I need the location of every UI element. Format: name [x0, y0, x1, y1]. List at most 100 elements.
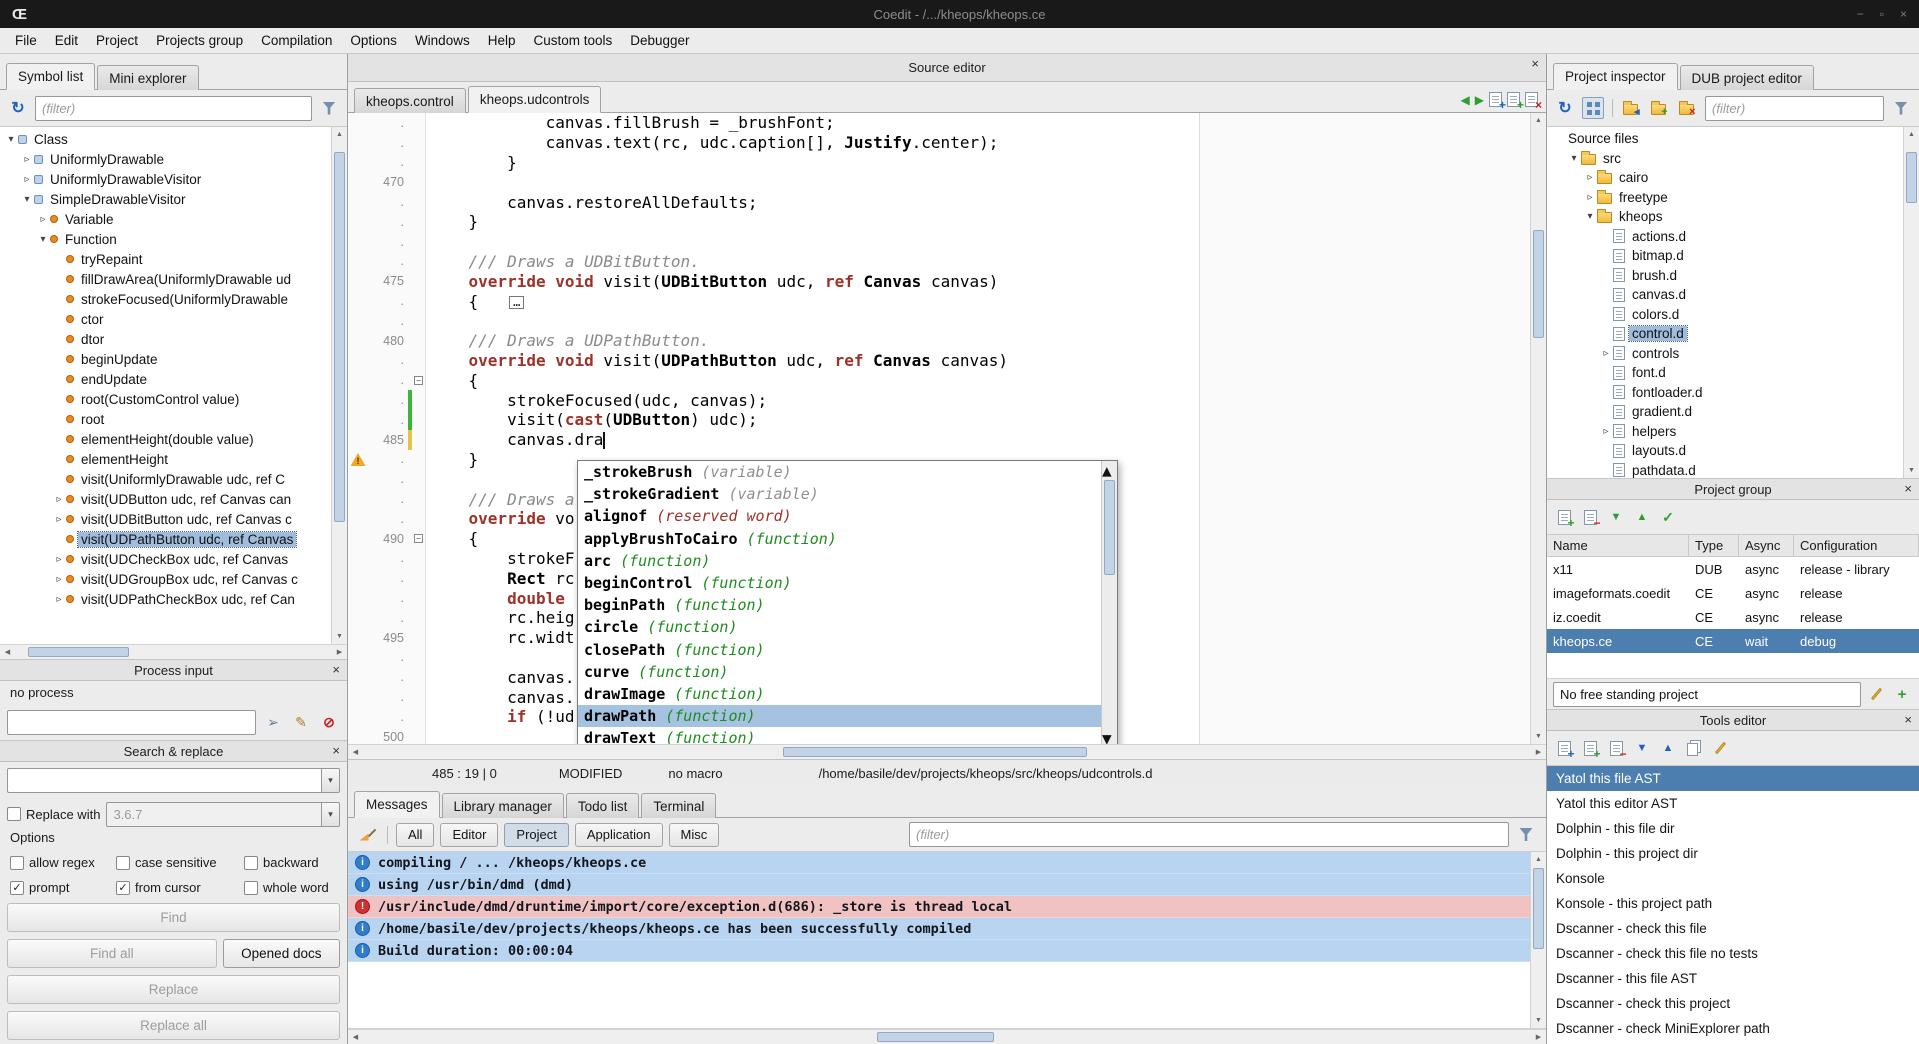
- view-categories-icon[interactable]: [1582, 97, 1604, 119]
- tree-expander-icon[interactable]: ▹: [1583, 192, 1597, 203]
- scroll-left-icon[interactable]: ◀: [0, 645, 15, 660]
- move-up-icon[interactable]: ▲: [1631, 506, 1653, 528]
- scroll-right-icon[interactable]: ▶: [1531, 1030, 1546, 1044]
- tool-item[interactable]: Dscanner - check this file no tests: [1547, 941, 1919, 966]
- edit-input-icon[interactable]: ✎: [290, 711, 312, 733]
- maximize-button[interactable]: ▫: [1880, 7, 1884, 21]
- tool-item[interactable]: Yatol this editor AST: [1547, 791, 1919, 816]
- completion-scrollbar[interactable]: ▲ ▼: [1101, 461, 1117, 744]
- column-header-async[interactable]: Async: [1739, 535, 1794, 556]
- tree-item[interactable]: actions.d: [1547, 227, 1903, 247]
- find-button[interactable]: Find: [7, 903, 340, 932]
- tree-expander-icon[interactable]: ▹: [52, 514, 66, 525]
- tree-item[interactable]: tryRepaint: [0, 249, 331, 269]
- code-editor[interactable]: . canvas.fillBrush = _brushFont;. canvas…: [348, 113, 1530, 744]
- tree-expander-icon[interactable]: ▹: [1583, 172, 1597, 183]
- completion-item[interactable]: drawText(function): [578, 727, 1101, 744]
- scroll-left-icon[interactable]: ◀: [348, 1030, 363, 1044]
- add-project-icon[interactable]: [1553, 506, 1575, 528]
- tab-todo-list[interactable]: Todo list: [566, 793, 640, 818]
- tool-item[interactable]: Dolphin - this project dir: [1547, 841, 1919, 866]
- move-tool-up-icon[interactable]: ▲: [1657, 737, 1679, 759]
- symbol-tree-vscrollbar[interactable]: ▲ ▼: [331, 127, 347, 644]
- remove-project-icon[interactable]: [1579, 506, 1601, 528]
- code-line[interactable]: 480 /// Draws a UDPathButton.: [348, 331, 1530, 351]
- tool-item[interactable]: Dolphin - this file dir: [1547, 816, 1919, 841]
- tree-item[interactable]: elementHeight: [0, 449, 331, 469]
- checkbox-backward[interactable]: backward: [244, 855, 347, 870]
- project-row[interactable]: x11DUBasyncrelease - library: [1547, 557, 1919, 581]
- filter-icon[interactable]: [1515, 824, 1537, 846]
- scrollbar-thumb[interactable]: [28, 647, 129, 657]
- next-document-icon[interactable]: ▶: [1475, 93, 1484, 107]
- column-header-type[interactable]: Type: [1689, 535, 1739, 556]
- completion-item[interactable]: _strokeBrush(variable): [578, 461, 1101, 483]
- replace-button[interactable]: Replace: [7, 975, 340, 1004]
- scroll-down-icon[interactable]: ▼: [1904, 463, 1919, 478]
- message-row[interactable]: icompiling / ... /kheops/kheops.ce: [348, 852, 1530, 874]
- menu-project[interactable]: Project: [87, 30, 147, 51]
- tree-item[interactable]: visit(UniformlyDrawable udc, ref C: [0, 469, 331, 489]
- tree-item[interactable]: canvas.d: [1547, 285, 1903, 305]
- tree-item[interactable]: root: [0, 409, 331, 429]
- symbol-filter-input[interactable]: [35, 96, 312, 121]
- tool-item[interactable]: Dscanner - check this file: [1547, 916, 1919, 941]
- code-line[interactable]: 485 canvas.dra: [348, 430, 1530, 450]
- code-line[interactable]: . }: [348, 212, 1530, 232]
- tree-expander-icon[interactable]: ▹: [52, 594, 66, 605]
- tree-expander-icon[interactable]: ▾: [1583, 211, 1597, 222]
- refresh-icon[interactable]: ↻: [1554, 97, 1576, 119]
- close-icon[interactable]: ×: [1904, 481, 1912, 496]
- close-icon[interactable]: ×: [332, 743, 340, 758]
- completion-item[interactable]: alignof(reserved word): [578, 505, 1101, 527]
- close-document-icon[interactable]: [1525, 92, 1538, 107]
- scroll-up-icon[interactable]: ▲: [332, 127, 347, 142]
- remove-folder-icon[interactable]: ×: [1677, 97, 1699, 119]
- folded-block-icon[interactable]: …: [509, 296, 524, 309]
- remove-tool-icon[interactable]: [1605, 737, 1627, 759]
- tree-expander-icon[interactable]: ▹: [1599, 348, 1613, 359]
- send-input-icon[interactable]: ➢: [262, 711, 284, 733]
- previous-document-icon[interactable]: ◀: [1461, 93, 1470, 107]
- tab-kheops-udcontrols[interactable]: kheops.udcontrols: [468, 86, 602, 113]
- tree-item[interactable]: elementHeight(double value): [0, 429, 331, 449]
- tree-item[interactable]: gradient.d: [1547, 402, 1903, 422]
- new-document-icon[interactable]: [1489, 92, 1502, 107]
- new-free-project-icon[interactable]: +: [1891, 683, 1913, 705]
- filter-misc-button[interactable]: Misc: [669, 823, 720, 847]
- scrollbar-thumb[interactable]: [1533, 868, 1544, 948]
- menu-file[interactable]: File: [6, 30, 46, 51]
- tree-item[interactable]: font.d: [1547, 363, 1903, 383]
- completion-item[interactable]: curve(function): [578, 661, 1101, 683]
- menu-custom-tools[interactable]: Custom tools: [524, 30, 621, 51]
- code-line[interactable]: 470: [348, 172, 1530, 192]
- clone-tool-icon[interactable]: [1683, 737, 1705, 759]
- code-line[interactable]: . /// Draws a UDBitButton.: [348, 252, 1530, 272]
- refresh-icon[interactable]: ↻: [7, 97, 29, 119]
- code-line[interactable]: . { …: [348, 291, 1530, 311]
- tree-expander-icon[interactable]: ▹: [52, 554, 66, 565]
- scroll-right-icon[interactable]: ▶: [1531, 745, 1546, 760]
- source-tree-vscrollbar[interactable]: ▲ ▼: [1903, 127, 1919, 478]
- tree-expander-icon[interactable]: ▾: [4, 134, 18, 145]
- move-down-icon[interactable]: ▼: [1605, 506, 1627, 528]
- tool-item[interactable]: Dscanner - check MiniExplorer path: [1547, 1016, 1919, 1041]
- tree-item[interactable]: pathdata.d: [1547, 461, 1903, 479]
- completion-item[interactable]: circle(function): [578, 616, 1101, 638]
- edit-project-icon[interactable]: [1865, 683, 1887, 705]
- checkbox-allow-regex[interactable]: allow regex: [10, 855, 116, 870]
- completion-item[interactable]: _strokeGradient(variable): [578, 483, 1101, 505]
- fold-collapse-icon[interactable]: −: [414, 376, 423, 385]
- filter-application-button[interactable]: Application: [575, 823, 663, 847]
- tree-item[interactable]: bitmap.d: [1547, 246, 1903, 266]
- column-header-configuration[interactable]: Configuration: [1794, 535, 1919, 556]
- tree-item[interactable]: beginUpdate: [0, 349, 331, 369]
- replace-with-checkbox[interactable]: Replace with: [7, 807, 100, 822]
- symbol-tree-hscrollbar[interactable]: ◀ ▶: [0, 644, 347, 659]
- code-line[interactable]: .: [348, 232, 1530, 252]
- tree-item[interactable]: endUpdate: [0, 369, 331, 389]
- scroll-up-icon[interactable]: ▲: [1102, 461, 1117, 480]
- scroll-left-icon[interactable]: ◀: [348, 745, 363, 760]
- close-icon[interactable]: ×: [332, 662, 340, 677]
- menu-options[interactable]: Options: [341, 30, 406, 51]
